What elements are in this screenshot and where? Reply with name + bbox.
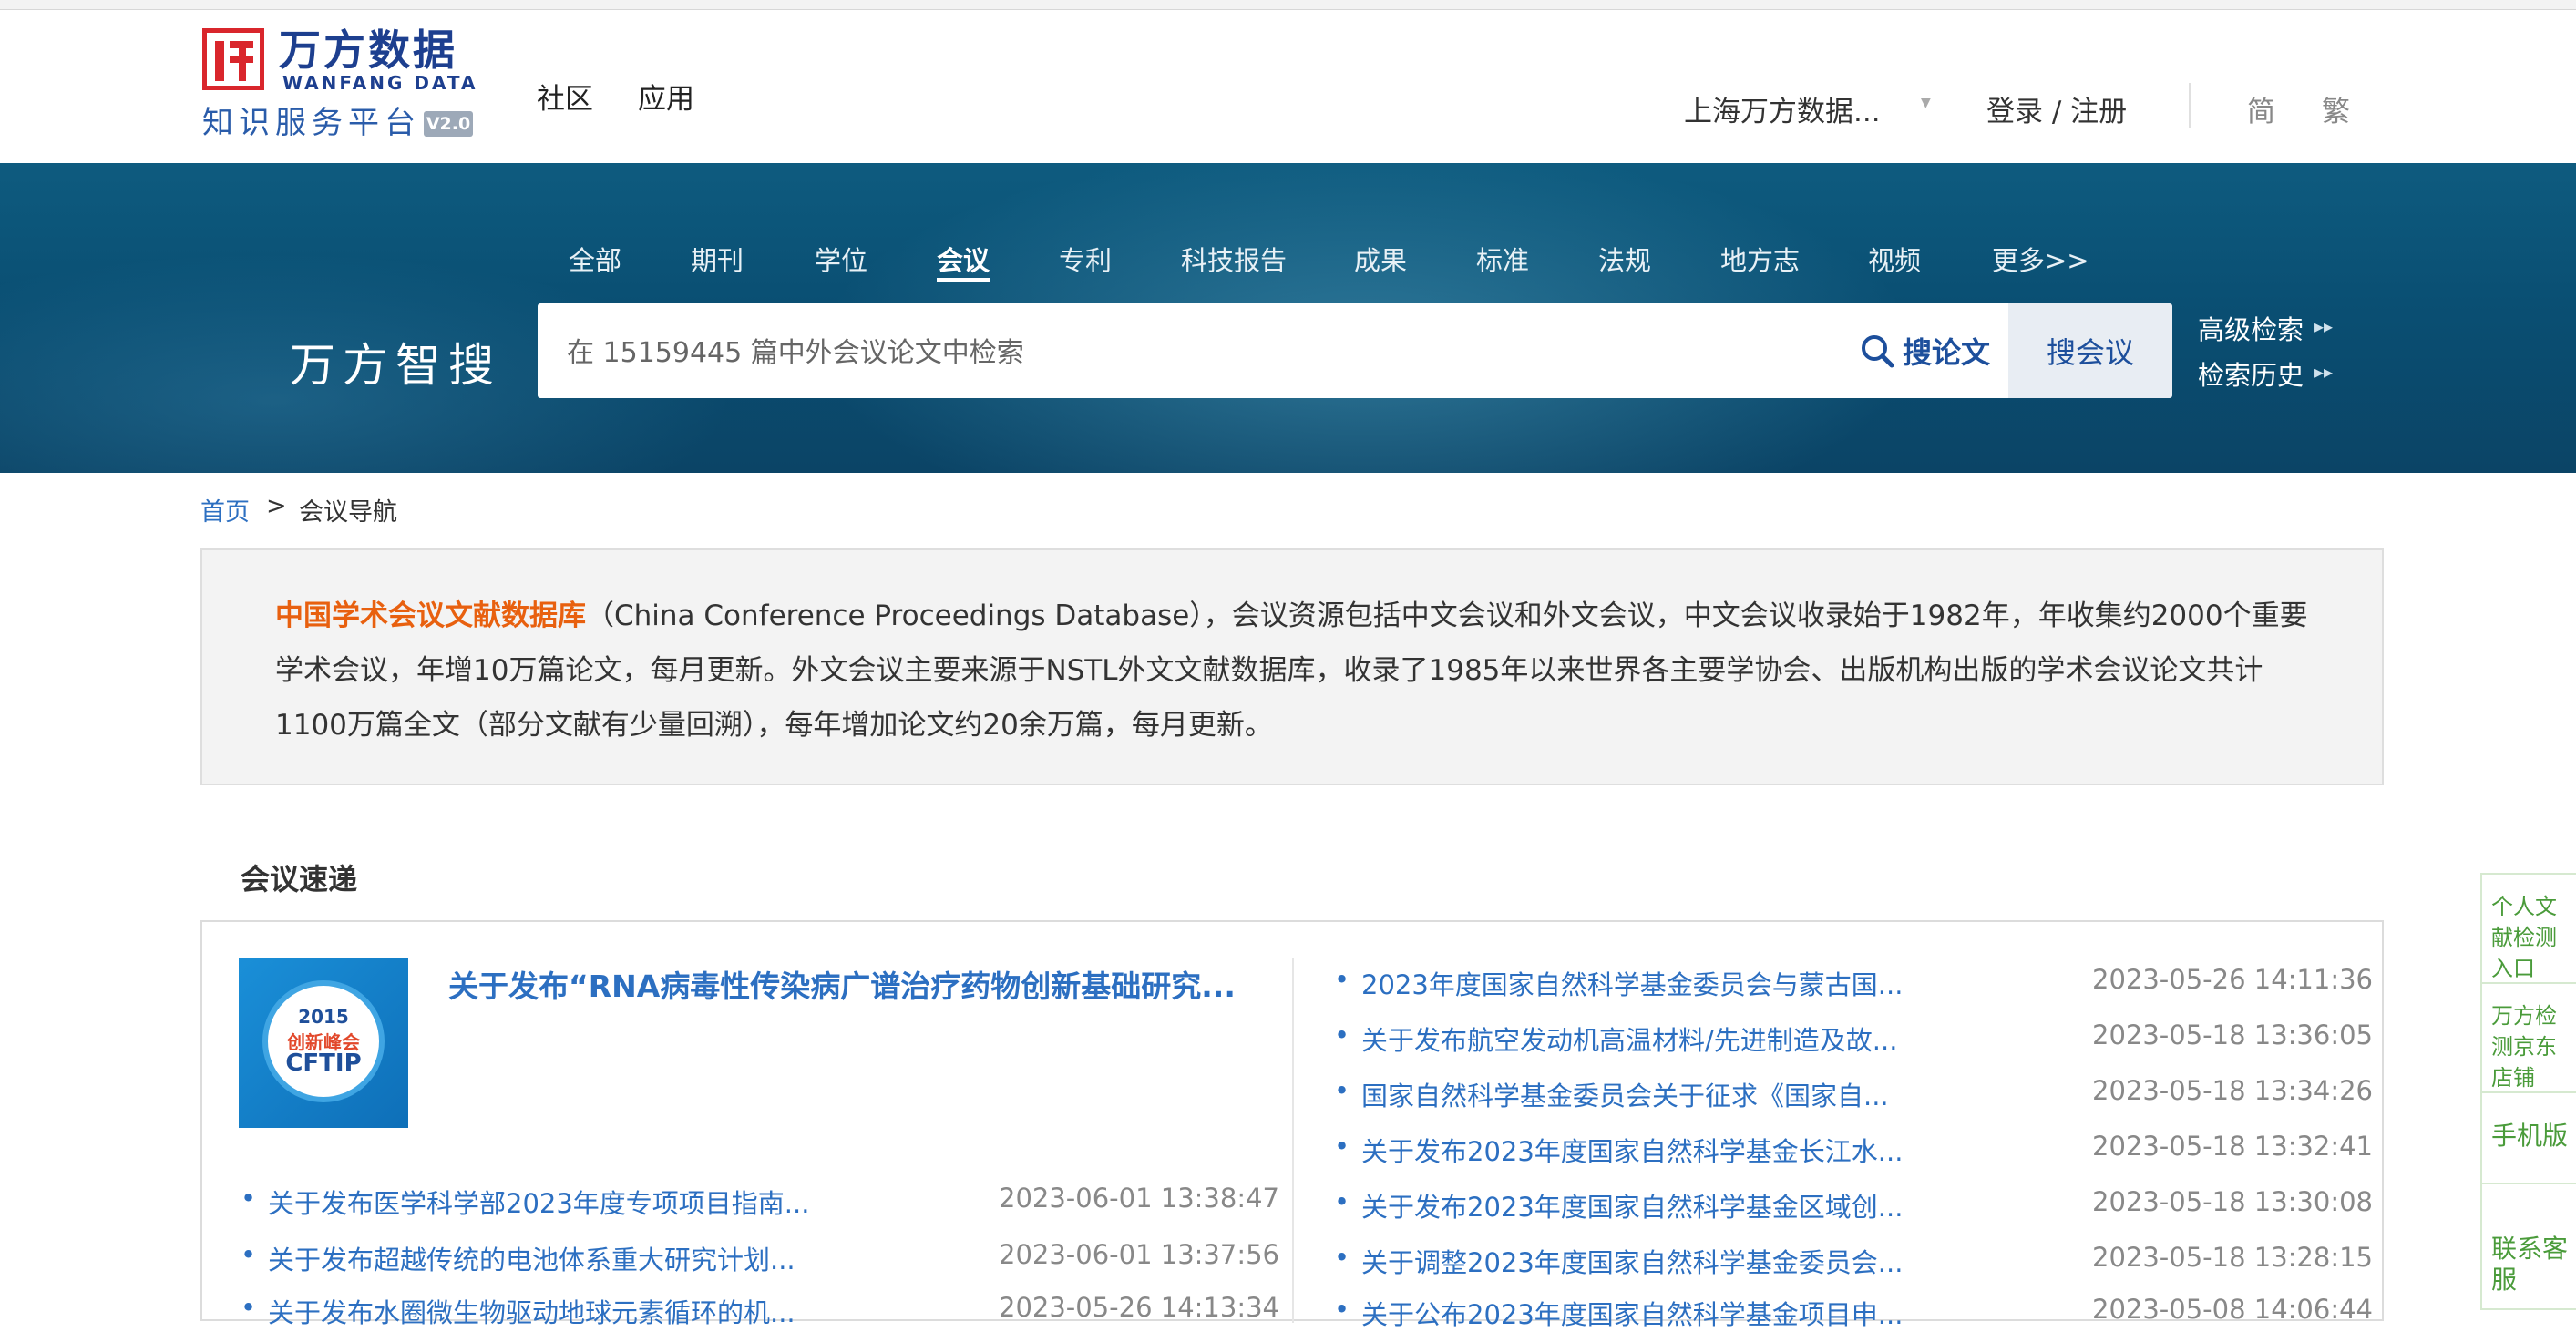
customer-service-link[interactable]: 联系客服 (2480, 1184, 2576, 1310)
database-intro: 中国学术会议文献数据库（China Conference Proceedings… (200, 548, 2384, 785)
tab-videos[interactable]: 视频 (1868, 240, 1921, 278)
news-title[interactable]: 关于发布2023年度国家自然科学基金区域创... (1361, 1186, 1903, 1224)
version-badge: V2.0 (424, 111, 473, 137)
news-title[interactable]: 2023年度国家自然科学基金委员会与蒙古国... (1361, 964, 1903, 1002)
news-date: 2023-05-08 14:06:44 (2092, 1294, 2373, 1325)
news-title[interactable]: 关于发布医学科学部2023年度专项项目指南... (268, 1183, 809, 1221)
lang-traditional[interactable]: 繁 (2322, 88, 2350, 129)
organization-selector[interactable]: 上海万方数据... (1684, 88, 1881, 129)
search-papers-button[interactable]: 搜论文 (1841, 303, 2008, 398)
search-banner: 全部 期刊 学位 会议 专利 科技报告 成果 标准 法规 地方志 视频 更多>>… (0, 163, 2576, 473)
logo-title[interactable]: 万方数据 (279, 26, 457, 74)
tab-conferences[interactable]: 会议 (937, 240, 990, 278)
logo-subtitle: 知识服务平台 (202, 105, 421, 141)
news-date: 2023-05-26 14:13:34 (999, 1292, 1279, 1323)
news-date: 2023-05-18 13:32:41 (2092, 1131, 2373, 1162)
search-input[interactable] (565, 320, 1844, 385)
bullet-icon: • (1334, 1131, 1350, 1162)
double-chevron-right-icon: ▸▸ (2314, 361, 2334, 383)
bullet-icon: • (1334, 1242, 1350, 1273)
column-divider (1292, 958, 1294, 1323)
news-date: 2023-05-18 13:34:26 (2092, 1075, 2373, 1106)
mobile-version-link[interactable]: 手机版 (2480, 1093, 2576, 1184)
news-title[interactable]: 关于发布2023年度国家自然科学基金长江水... (1361, 1131, 1903, 1169)
search-papers-label: 搜论文 (1902, 335, 1990, 370)
nav-community[interactable]: 社区 (537, 76, 593, 117)
news-title[interactable]: 关于发布超越传统的电池体系重大研究计划... (268, 1239, 795, 1277)
jd-store-link[interactable]: 万方检测京东店铺 (2480, 984, 2576, 1093)
breadcrumb-separator: > (266, 492, 287, 520)
breadcrumb-current: 会议导航 (299, 498, 397, 527)
breadcrumb-home[interactable]: 首页 (200, 492, 250, 528)
search-history-link[interactable]: 检索历史 (2198, 354, 2304, 393)
search-icon (1861, 335, 1894, 368)
tab-tech-reports[interactable]: 科技报告 (1181, 240, 1287, 278)
tab-journals[interactable]: 期刊 (691, 240, 744, 278)
bullet-icon: • (1334, 1186, 1350, 1217)
news-title[interactable]: 国家自然科学基金委员会关于征求《国家自... (1361, 1075, 1889, 1113)
wanfang-logo-icon[interactable] (202, 28, 264, 90)
news-date: 2023-05-18 13:30:08 (2092, 1186, 2373, 1217)
news-date: 2023-05-18 13:28:15 (2092, 1242, 2373, 1273)
bullet-icon: • (1334, 1294, 1350, 1325)
chevron-down-icon[interactable]: ▼ (1921, 96, 1931, 110)
search-conferences-button[interactable]: 搜会议 (2008, 303, 2172, 398)
login-register-link[interactable]: 登录 / 注册 (1986, 88, 2127, 129)
tab-standards[interactable]: 标准 (1476, 240, 1529, 278)
featured-news-title[interactable]: 关于发布“RNA病毒性传染病广谱治疗药物创新基础研究... (448, 962, 1236, 1006)
double-chevron-right-icon: ▸▸ (2314, 315, 2334, 337)
top-strip (0, 0, 2576, 10)
news-title[interactable]: 关于发布航空发动机高温材料/先进制造及故... (1361, 1019, 1897, 1058)
advanced-search-link[interactable]: 高级检索 (2198, 309, 2304, 347)
tab-achievements[interactable]: 成果 (1354, 240, 1407, 278)
bullet-icon: • (1334, 964, 1350, 995)
tab-more[interactable]: 更多>> (1992, 240, 2089, 278)
section-title: 会议速递 (241, 862, 358, 897)
thumbnail-title: CFTIP (285, 1050, 362, 1077)
news-title[interactable]: 关于发布水圈微生物驱动地球元素循环的机... (268, 1292, 795, 1330)
featured-thumbnail[interactable]: 2015 创新峰会 CFTIP (239, 958, 408, 1128)
logo-english: WANFANG DATA (282, 72, 478, 94)
personal-check-entry[interactable]: 个人文献检测入口 (2480, 875, 2576, 984)
lang-simplified[interactable]: 简 (2247, 88, 2275, 129)
header-divider (2189, 83, 2191, 128)
search-brand: 万方智搜 (290, 339, 501, 392)
tab-patents[interactable]: 专利 (1059, 240, 1112, 278)
news-date: 2023-05-18 13:36:05 (2092, 1019, 2373, 1050)
tab-degrees[interactable]: 学位 (815, 240, 867, 278)
tab-local-gazetteers[interactable]: 地方志 (1720, 240, 1800, 278)
active-tab-indicator (937, 278, 990, 282)
news-date: 2023-05-26 14:11:36 (2092, 964, 2373, 995)
bullet-icon: • (241, 1239, 257, 1270)
database-name[interactable]: 中国学术会议文献数据库 (275, 599, 586, 632)
nav-apps[interactable]: 应用 (638, 76, 694, 117)
bullet-icon: • (1334, 1019, 1350, 1050)
bullet-icon: • (241, 1183, 257, 1214)
bullet-icon: • (1334, 1075, 1350, 1106)
tab-regulations[interactable]: 法规 (1598, 240, 1651, 278)
thumbnail-year: 2015 (298, 1006, 349, 1028)
site-header: 万方数据 WANFANG DATA 知识服务平台 V2.0 社区 应用 上海万方… (0, 10, 2576, 163)
news-date: 2023-06-01 13:38:47 (999, 1183, 1279, 1214)
intro-text: 中国学术会议文献数据库（China Conference Proceedings… (275, 589, 2325, 753)
tab-all[interactable]: 全部 (569, 240, 621, 278)
bullet-icon: • (241, 1292, 257, 1323)
news-date: 2023-06-01 13:37:56 (999, 1239, 1279, 1270)
news-title[interactable]: 关于调整2023年度国家自然科学基金委员会... (1361, 1242, 1903, 1280)
news-title[interactable]: 关于公布2023年度国家自然科学基金项目申... (1361, 1294, 1903, 1332)
